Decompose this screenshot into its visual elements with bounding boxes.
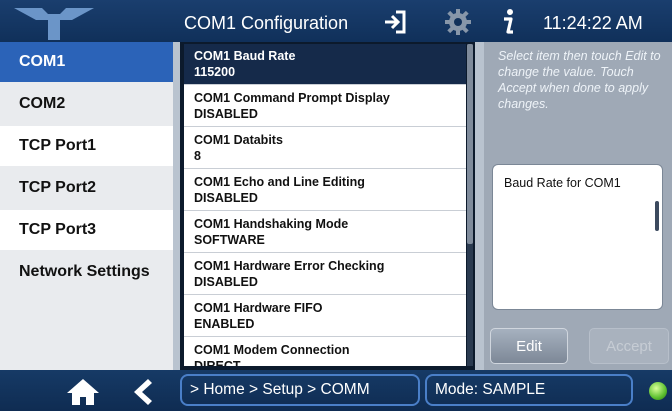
setting-value: SOFTWARE [194,233,265,247]
sidebar-item-tcp-port1[interactable]: TCP Port1 [0,126,173,166]
setting-value: DISABLED [194,275,258,289]
info-icon[interactable] [498,8,518,36]
exit-icon[interactable] [382,8,408,36]
sidebar-item-tcp-port2[interactable]: TCP Port2 [0,168,173,208]
description-text: Baud Rate for COM1 [504,176,621,190]
sidebar: COM1 COM2 TCP Port1 TCP Port2 TCP Port3 … [0,42,173,370]
logo-icon [14,8,94,40]
accept-button[interactable]: Accept [589,328,669,364]
sidebar-item-com1[interactable]: COM1 [0,42,173,82]
setting-name: COM1 Hardware FIFO [194,301,323,315]
setting-value: 115200 [194,65,236,79]
setting-name: COM1 Handshaking Mode [194,217,349,231]
sidebar-item-tcp-port3[interactable]: TCP Port3 [0,210,173,250]
list-item[interactable]: COM1 Command Prompt Display DISABLED [184,86,466,127]
list-item[interactable]: COM1 Databits 8 [184,128,466,169]
setting-name: COM1 Modem Connection [194,343,350,357]
bottom-bar: > Home > Setup > COMM Mode: SAMPLE [0,370,672,411]
description-box: Baud Rate for COM1 [492,164,663,310]
status-led-icon [649,382,667,400]
setting-name: COM1 Command Prompt Display [194,91,390,105]
setting-name: COM1 Hardware Error Checking [194,259,385,273]
scrollbar-thumb[interactable] [467,44,473,244]
clock: 11:24:22 AM [543,13,643,33]
setting-value: DISABLED [194,107,258,121]
description-scrollbar[interactable] [655,201,659,231]
setting-name: COM1 Baud Rate [194,49,296,63]
breadcrumb[interactable]: > Home > Setup > COMM [180,374,420,406]
list-item[interactable]: COM1 Echo and Line Editing DISABLED [184,170,466,211]
settings-scrollbar[interactable] [467,44,473,366]
list-item[interactable]: COM1 Hardware Error Checking DISABLED [184,254,466,295]
settings-list-panel: COM1 Baud Rate 115200 COM1 Command Promp… [180,42,475,370]
setting-value: 8 [194,149,201,163]
setting-name: COM1 Echo and Line Editing [194,175,365,189]
list-item[interactable]: COM1 Handshaking Mode SOFTWARE [184,212,466,253]
home-icon[interactable] [66,378,100,406]
help-panel: Select item then touch Edit to change th… [484,42,672,370]
setting-value: DISABLED [194,191,258,205]
list-item[interactable]: COM1 Hardware FIFO ENABLED [184,296,466,337]
list-item[interactable]: COM1 Modem Connection DIRECT [184,338,466,366]
edit-button[interactable]: Edit [490,328,568,364]
setting-name: COM1 Databits [194,133,283,147]
setting-value: ENABLED [194,317,255,331]
back-icon[interactable] [130,378,154,406]
page-title: COM1 Configuration [184,13,349,33]
mode-indicator: Mode: SAMPLE [425,374,633,406]
gear-icon[interactable] [444,8,472,36]
list-item[interactable]: COM1 Baud Rate 115200 [184,44,466,85]
top-bar: COM1 Configuration 11:24:22 AM [0,0,672,42]
settings-list[interactable]: COM1 Baud Rate 115200 COM1 Command Promp… [184,44,466,366]
sidebar-item-network-settings[interactable]: Network Settings [0,252,173,292]
help-instructions: Select item then touch Edit to change th… [498,49,661,111]
setting-value: DIRECT [194,359,241,366]
sidebar-item-com2[interactable]: COM2 [0,84,173,124]
